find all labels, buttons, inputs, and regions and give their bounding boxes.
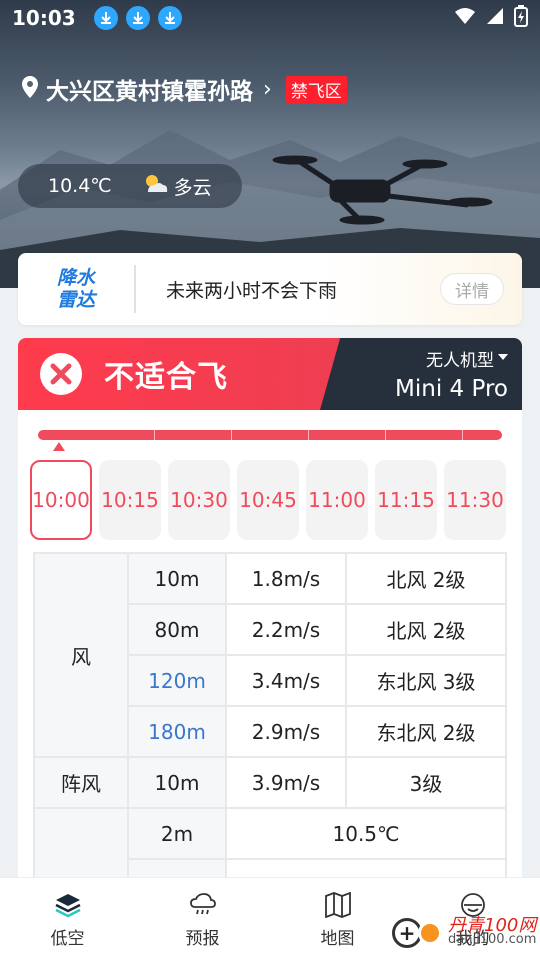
radar-message: 未来两小时不会下雨 xyxy=(166,279,338,302)
speed-cell: 2.9m/s xyxy=(225,705,347,758)
timeline-bar[interactable] xyxy=(38,430,502,440)
direction-cell: 东北风 2级 xyxy=(345,705,507,758)
time-selector: 10:00 10:15 10:30 10:45 11:00 11:15 11:3… xyxy=(30,460,522,540)
altitude-cell: 180m xyxy=(127,705,227,758)
weather-temperature: 10.4℃ xyxy=(48,175,112,197)
location-row[interactable]: 大兴区黄村镇霍孙路 › 禁飞区 xyxy=(22,72,347,106)
nav-label: 预报 xyxy=(185,928,220,949)
status-bar: 10:03 xyxy=(0,0,540,36)
nav-item-forecast[interactable]: 预报 xyxy=(135,878,270,960)
direction-cell: 北风 2级 xyxy=(345,552,507,605)
time-chip[interactable]: 10:00 xyxy=(30,460,92,540)
altitude-cell: 10m xyxy=(127,756,227,809)
table-row: 2m 10.5℃ xyxy=(33,807,507,898)
weather-pill: 10.4℃ 多云 xyxy=(18,164,242,208)
nav-label: 低空 xyxy=(50,928,85,949)
caret-down-icon xyxy=(498,354,508,360)
direction-cell: 东北风 3级 xyxy=(345,654,507,707)
radar-logo-line2: 雷达 xyxy=(56,289,95,311)
time-chip[interactable]: 10:15 xyxy=(99,460,161,540)
status-time: 10:03 xyxy=(12,6,76,30)
drone-model-name[interactable]: Mini 4 Pro xyxy=(395,376,508,402)
download-icon xyxy=(125,6,150,30)
gust-label: 阵风 xyxy=(33,756,129,809)
site-watermark: + 丹青100网 danji100.com xyxy=(392,915,537,948)
signal-icon xyxy=(486,7,504,29)
no-fly-zone-badge: 禁飞区 xyxy=(285,75,347,103)
wifi-icon xyxy=(454,7,476,29)
flight-forecast-card: 不适合飞 无人机型 Mini 4 Pro 10:00 10:15 10:30 1… xyxy=(18,338,522,898)
timeline-marker xyxy=(53,442,65,451)
altitude-cell: 80m xyxy=(127,603,227,656)
speed-cell: 2.2m/s xyxy=(225,603,347,656)
close-circle-icon xyxy=(40,353,82,395)
altitude-cell: 10m xyxy=(127,552,227,605)
layers-icon xyxy=(54,890,82,920)
radar-detail-button[interactable]: 详情 xyxy=(440,273,504,305)
time-chip[interactable]: 11:00 xyxy=(306,460,368,540)
download-icon xyxy=(93,6,118,30)
speed-cell: 3.4m/s xyxy=(225,654,347,707)
radar-logo-line1: 降水 xyxy=(56,267,95,289)
wind-label: 风 xyxy=(33,552,129,758)
nav-item-map[interactable]: 地图 xyxy=(270,878,405,960)
drone-model-dropdown[interactable]: 无人机型 xyxy=(426,346,494,371)
weather-description: 多云 xyxy=(173,176,212,199)
table-row: 阵风 10m 3.9m/s 3级 xyxy=(33,756,507,809)
map-icon xyxy=(324,890,352,920)
weather-table: 风 10m 1.8m/s 北风 2级 80m 2.2m/s 北风 2级 120m… xyxy=(33,552,507,898)
nav-item-low-altitude[interactable]: 低空 xyxy=(0,878,135,960)
speed-cell: 3.9m/s xyxy=(225,756,347,809)
radar-logo: 降水 雷达 xyxy=(18,265,136,313)
partly-cloudy-icon xyxy=(142,172,168,201)
verdict-banner: 不适合飞 无人机型 Mini 4 Pro xyxy=(18,338,522,410)
speed-cell: 1.8m/s xyxy=(225,552,347,605)
chevron-right-icon: › xyxy=(263,76,272,102)
time-chip[interactable]: 11:15 xyxy=(375,460,437,540)
time-chip[interactable]: 10:30 xyxy=(168,460,230,540)
battery-icon xyxy=(514,5,528,31)
hero-banner: 10:03 大兴区黄村镇霍孙路 › 禁飞区 10.4℃ 多云 xyxy=(0,0,540,288)
temperature-cell: 10.5℃ xyxy=(225,807,507,860)
location-pin-icon xyxy=(22,76,38,102)
flight-verdict: 不适合飞 xyxy=(104,360,228,395)
altitude-cell: 120m xyxy=(127,654,227,707)
gust-level-cell: 3级 xyxy=(345,756,507,809)
altitude-cell: 2m xyxy=(127,807,227,860)
direction-cell: 北风 2级 xyxy=(345,603,507,656)
watermark-dot-icon xyxy=(418,921,442,945)
time-chip[interactable]: 11:30 xyxy=(444,460,506,540)
precipitation-radar-card[interactable]: 降水 雷达 未来两小时不会下雨 详情 xyxy=(18,253,522,325)
location-text: 大兴区黄村镇霍孙路 xyxy=(46,79,253,105)
download-icon xyxy=(157,6,182,30)
cloud-rain-icon xyxy=(189,890,217,920)
nav-label: 地图 xyxy=(320,928,355,949)
table-row: 风 10m 1.8m/s 北风 2级 xyxy=(33,552,507,758)
watermark-line1: 丹青100网 xyxy=(448,915,537,936)
watermark-line2: danji100.com xyxy=(448,932,537,947)
time-chip[interactable]: 10:45 xyxy=(237,460,299,540)
